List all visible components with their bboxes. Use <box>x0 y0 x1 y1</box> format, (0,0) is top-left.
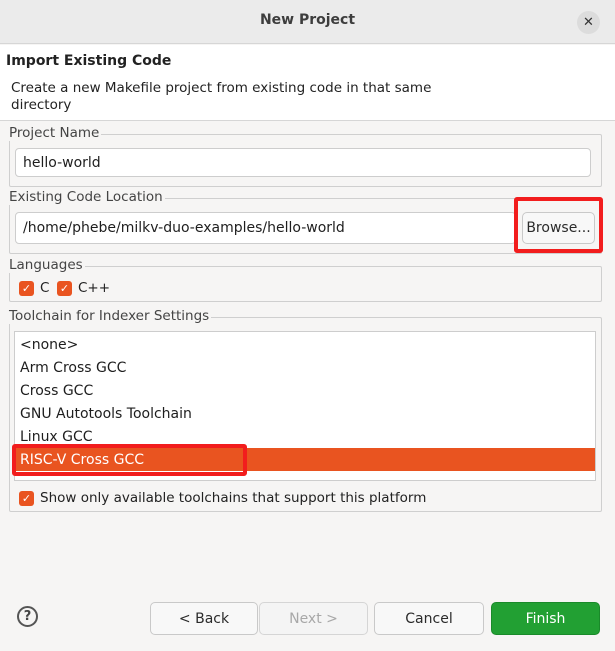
filter-toolchains-checkbox[interactable]: ✓ <box>19 491 34 506</box>
toolchain-item-none[interactable]: <none> <box>15 333 595 356</box>
toolchain-list[interactable]: <none> Arm Cross GCC Cross GCC GNU Autot… <box>14 331 596 481</box>
language-c-label: C <box>40 280 50 296</box>
next-button[interactable]: Next > <box>259 602 368 635</box>
help-icon[interactable]: ? <box>17 606 38 627</box>
language-c-checkbox[interactable]: ✓ <box>19 281 34 296</box>
language-cpp-checkbox[interactable]: ✓ <box>57 281 72 296</box>
browse-button[interactable]: Browse... <box>522 212 595 244</box>
title-bar: New Project ✕ <box>0 0 615 44</box>
check-icon: ✓ <box>59 282 70 295</box>
window-title: New Project <box>259 12 356 28</box>
finish-button[interactable]: Finish <box>491 602 600 635</box>
check-icon: ✓ <box>21 282 32 295</box>
toolchain-item-linux-gcc[interactable]: Linux GCC <box>15 425 595 448</box>
close-icon: ✕ <box>583 15 594 30</box>
toolchain-item-cross-gcc[interactable]: Cross GCC <box>15 379 595 402</box>
code-location-label: Existing Code Location <box>9 189 165 205</box>
project-name-value: hello-world <box>23 154 101 171</box>
wizard-header: Import Existing Code Create a new Makefi… <box>0 45 615 121</box>
check-icon: ✓ <box>21 492 32 505</box>
filter-toolchains-label: Show only available toolchains that supp… <box>40 490 427 506</box>
project-name-label: Project Name <box>9 125 102 141</box>
close-button[interactable]: ✕ <box>577 11 600 34</box>
cancel-button[interactable]: Cancel <box>374 602 484 635</box>
toolchain-item-gnu-autotools[interactable]: GNU Autotools Toolchain <box>15 402 595 425</box>
page-title: Import Existing Code <box>6 53 172 69</box>
code-location-value: /home/phebe/milkv-duo-examples/hello-wor… <box>23 220 345 236</box>
toolchain-item-riscv-cross-gcc[interactable]: RISC-V Cross GCC <box>15 448 595 471</box>
code-location-input[interactable]: /home/phebe/milkv-duo-examples/hello-wor… <box>15 212 516 244</box>
page-description: Create a new Makefile project from exist… <box>11 80 432 113</box>
languages-label: Languages <box>9 257 85 273</box>
project-name-input[interactable]: hello-world <box>15 148 591 177</box>
toolchain-item-arm-cross-gcc[interactable]: Arm Cross GCC <box>15 356 595 379</box>
back-button[interactable]: < Back <box>150 602 258 635</box>
toolchain-label: Toolchain for Indexer Settings <box>9 308 212 324</box>
language-cpp-label: C++ <box>78 280 111 296</box>
